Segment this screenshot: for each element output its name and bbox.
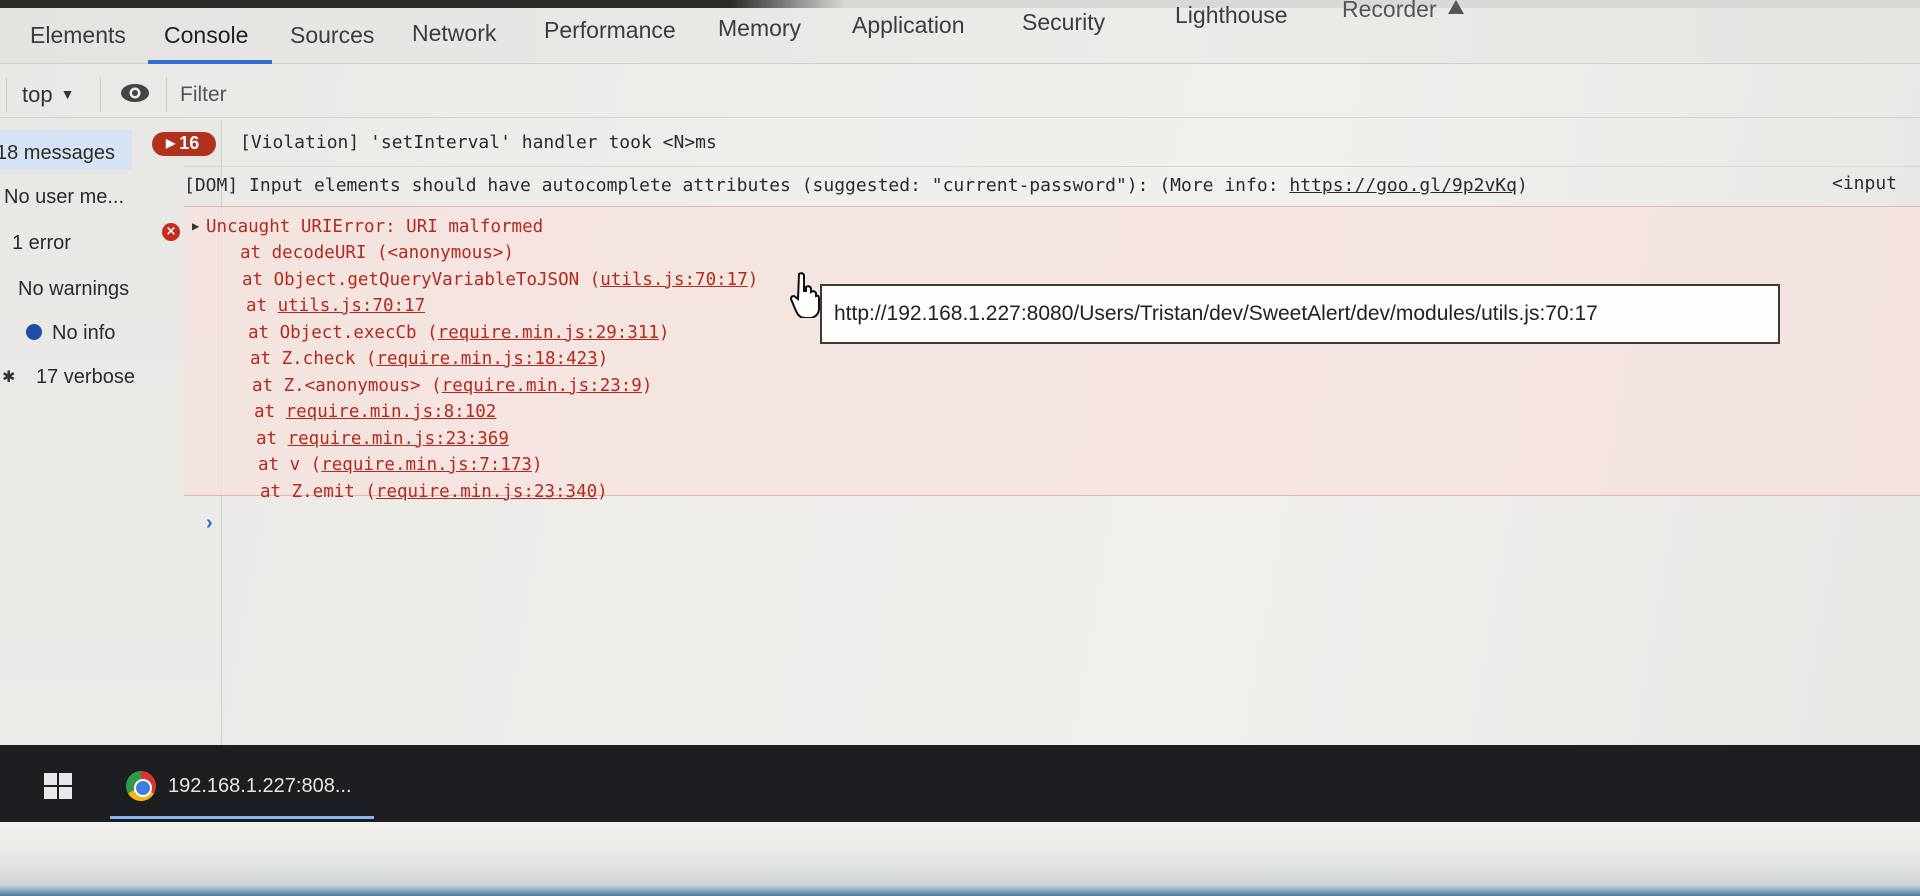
stack-frame-text: ) (597, 481, 608, 502)
filter-input[interactable] (180, 78, 1080, 112)
tab-application[interactable]: Application (852, 12, 965, 39)
stack-frame-text: at Object.getQueryVariableToJSON ( (242, 269, 601, 290)
sidebar-item-label: No warnings (18, 278, 130, 300)
stack-frame-text: ) (597, 349, 609, 369)
sidebar-item-info[interactable]: No info (52, 322, 115, 345)
stack-frame: at Z.emit (require.min.js:23:340) (260, 482, 608, 502)
stack-frame-text: at decodeURI (<anonymous>) (240, 243, 514, 263)
taskbar: 192.168.1.227:808... (0, 745, 1920, 822)
source-link[interactable]: require.min.js:23:340 (376, 482, 597, 502)
triangle-icon: ▶ (166, 136, 176, 150)
sidebar-item-label: No user me... (4, 186, 125, 208)
sidebar-item-label: 17 verbose (36, 366, 135, 388)
console-prompt[interactable]: › (206, 512, 213, 535)
toolbar-divider (166, 78, 167, 112)
active-window-indicator (110, 816, 374, 819)
dom-text: [DOM] Input elements should have autocom… (184, 175, 1528, 196)
sidebar-item-errors[interactable]: 1 error (12, 232, 71, 255)
stack-frame: at Z.check (require.min.js:18:423) (250, 349, 608, 369)
link-tooltip: http://192.168.1.227:8080/Users/Tristan/… (820, 284, 1780, 344)
cursor-hand-icon (790, 272, 820, 318)
source-link[interactable]: require.min.js:7:173 (321, 455, 532, 475)
sidebar-item-messages[interactable]: 18 messages (0, 130, 132, 170)
sidebar-item-user-messages[interactable]: No user me... (4, 186, 124, 209)
stack-frame-text: at Z.check ( (250, 349, 377, 369)
error-message: × ▶ Uncaught URIError: URI malformed at … (162, 206, 1920, 502)
more-info-link[interactable]: https://goo.gl/9p2vKq (1289, 175, 1517, 196)
eye-icon[interactable] (120, 82, 150, 104)
tab-elements[interactable]: Elements (30, 22, 126, 49)
console-toolbar: top ▼ (0, 72, 1920, 118)
active-tab-indicator (148, 60, 272, 64)
source-link[interactable]: require.min.js:18:423 (376, 349, 597, 369)
tab-security[interactable]: Security (1022, 9, 1105, 36)
stack-frame-text: ) (641, 375, 653, 396)
stack-frame-text: at Z.<anonymous> ( (252, 375, 442, 396)
dom-message[interactable]: [DOM] Input elements should have autocom… (184, 166, 1920, 206)
chevron-down-icon: ▼ (60, 86, 75, 102)
recorder-beta-icon (1448, 0, 1464, 14)
source-link[interactable]: utils.js:70:17 (600, 270, 748, 290)
source-link[interactable]: require.min.js:29:311 (438, 323, 659, 343)
stack-frame-text: at (256, 428, 288, 449)
bug-icon: ✱ (2, 369, 16, 386)
stack-frame: at decodeURI (<anonymous>) (240, 243, 514, 263)
context-label: top (22, 82, 53, 107)
chrome-icon[interactable] (126, 771, 156, 801)
expand-triangle-icon[interactable]: ▶ (192, 219, 199, 233)
stack-frame: at Z.<anonymous> (require.min.js:23:9) (252, 376, 652, 396)
source-link[interactable]: require.min.js:8:102 (286, 402, 497, 422)
repeat-count: 16 (179, 133, 200, 153)
sidebar-item-verbose[interactable]: 17 verbose (36, 366, 135, 389)
stack-frame-text: at Z.emit ( (260, 481, 376, 502)
tab-sources[interactable]: Sources (290, 22, 374, 49)
sidebar-item-warnings[interactable]: No warnings (18, 278, 129, 301)
console-output: ▶ 16 [Violation] 'setInterval' handler to… (152, 120, 1920, 745)
tab-console[interactable]: Console (164, 22, 248, 49)
tab-lighthouse[interactable]: Lighthouse (1175, 2, 1288, 29)
devtools-tabbar: Elements Console Sources Network Perform… (0, 0, 1920, 64)
error-title: Uncaught URIError: URI malformed (206, 217, 544, 237)
stack-frame: at require.min.js:23:369 (256, 429, 509, 449)
source-link[interactable]: require.min.js:23:369 (288, 429, 509, 449)
screen: Elements Console Sources Network Perform… (0, 0, 1920, 745)
toolbar-divider (6, 78, 7, 112)
stack-frame-text: ) (658, 322, 670, 343)
sidebar-item-label: No info (52, 322, 116, 344)
tab-recorder[interactable]: Recorder (1342, 0, 1437, 23)
dom-element-preview[interactable]: <input (1832, 173, 1897, 194)
stack-frame: at Object.execCb (require.min.js:29:311) (248, 323, 669, 343)
repeat-count-badge: ▶ 16 (152, 132, 216, 156)
dom-text-close: ) (1516, 175, 1528, 196)
stack-frame-text: at (246, 296, 278, 316)
sidebar-item-label: 1 error (12, 232, 71, 254)
stack-frame: at Object.getQueryVariableToJSON (utils.… (242, 270, 758, 290)
taskbar-window-label[interactable]: 192.168.1.227:808... (168, 775, 352, 798)
info-icon (26, 324, 42, 340)
violation-text: [Violation] 'setInterval' handler took <… (240, 132, 717, 153)
source-link[interactable]: require.min.js:23:9 (442, 376, 642, 396)
stack-frame-text: at (254, 402, 286, 422)
toolbar-divider (100, 78, 101, 112)
error-icon: × (162, 223, 180, 241)
stack-frame: at v (require.min.js:7:173) (258, 455, 542, 475)
tab-performance[interactable]: Performance (544, 17, 676, 44)
violation-message[interactable]: ▶ 16 [Violation] 'setInterval' handler to… (152, 120, 1920, 166)
monitor-bezel (0, 822, 1920, 896)
source-link[interactable]: utils.js:70:17 (278, 296, 426, 316)
top-edge (0, 0, 1920, 8)
stack-frame-text: ) (531, 455, 543, 475)
stack-frame: at utils.js:70:17 (246, 296, 425, 316)
stack-frame-text: at v ( (258, 455, 322, 475)
tab-network[interactable]: Network (412, 20, 496, 47)
context-selector[interactable]: top ▼ (22, 82, 74, 108)
stack-frame: at require.min.js:8:102 (254, 402, 496, 422)
dom-text-body: [DOM] Input elements should have autocom… (184, 175, 1290, 196)
windows-icon[interactable] (44, 773, 72, 799)
stack-frame-text: at Object.execCb ( (248, 322, 438, 343)
tab-memory[interactable]: Memory (718, 15, 801, 42)
sidebar-item-label: 18 messages (0, 142, 115, 164)
stack-frame-text: ) (747, 269, 759, 290)
